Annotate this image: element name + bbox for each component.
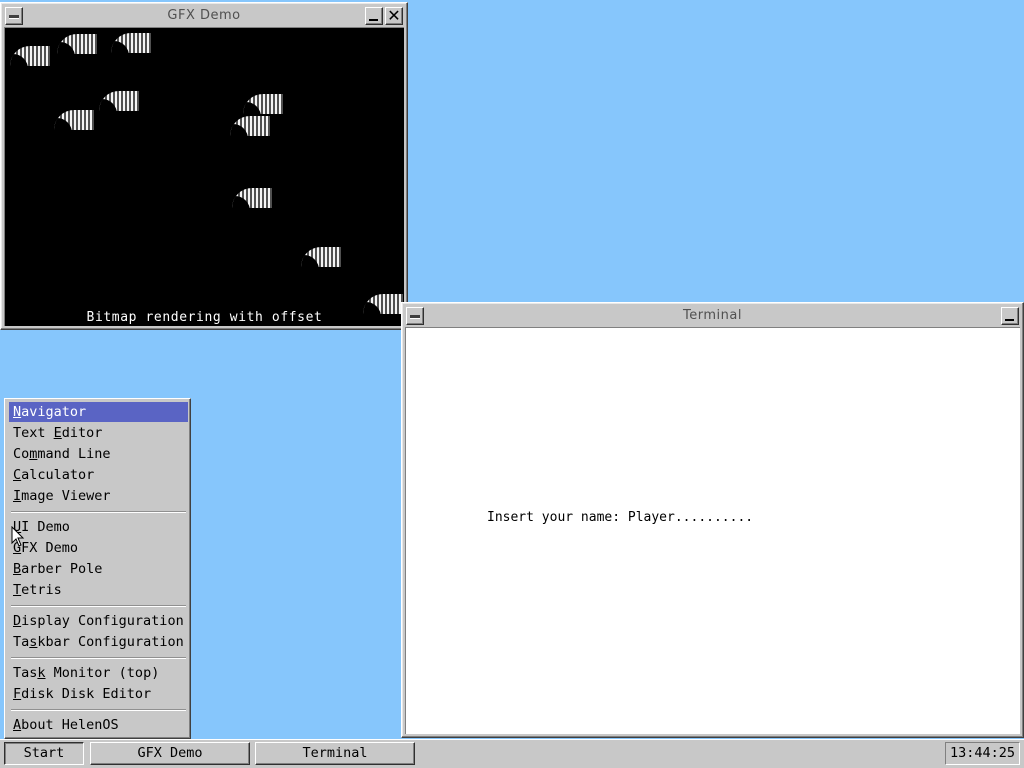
menu-item-navigator[interactable]: Navigator <box>9 402 188 422</box>
window-title: Terminal <box>683 308 742 323</box>
menu-item-task-monitor[interactable]: Task Monitor (top) <box>9 663 188 683</box>
taskbar-window-terminal[interactable]: Terminal <box>255 742 415 765</box>
bitmap-sprite <box>54 110 94 130</box>
menu-item-about-helenos[interactable]: About HelenOS <box>9 715 188 735</box>
terminal-screen[interactable]: Insert your name: Player.......... <box>405 327 1020 734</box>
bitmap-sprite <box>99 91 139 111</box>
menu-item-tetris[interactable]: Tetris <box>9 580 188 600</box>
close-icon[interactable]: ✕ <box>385 7 403 25</box>
bitmap-sprite <box>111 33 151 53</box>
bitmap-sprite <box>243 94 283 114</box>
menu-item-calculator[interactable]: Calculator <box>9 465 188 485</box>
minimize-icon[interactable] <box>1001 307 1019 325</box>
menu-item-image-viewer[interactable]: Image Viewer <box>9 486 188 506</box>
bitmap-sprite <box>230 116 270 136</box>
start-button[interactable]: Start <box>4 742 84 765</box>
gfx-canvas: Bitmap rendering with offset <box>4 27 404 326</box>
menu-item-text-editor[interactable]: Text Editor <box>9 423 188 443</box>
taskbar-window-gfx-demo[interactable]: GFX Demo <box>90 742 250 765</box>
menu-item-display-configuration[interactable]: Display Configuration <box>9 611 188 631</box>
menu-separator <box>11 657 186 659</box>
taskbar-clock: 13:44:25 <box>945 742 1020 765</box>
window-title: GFX Demo <box>167 8 241 23</box>
terminal-window[interactable]: Terminal Insert your name: Player.......… <box>401 302 1024 738</box>
bitmap-sprite <box>232 188 272 208</box>
menu-item-command-line[interactable]: Command Line <box>9 444 188 464</box>
menu-item-fdisk-disk-editor[interactable]: Fdisk Disk Editor <box>9 684 188 704</box>
bitmap-sprite <box>10 46 50 66</box>
gfx-caption: Bitmap rendering with offset <box>86 310 323 325</box>
menu-item-barber-pole[interactable]: Barber Pole <box>9 559 188 579</box>
menu-separator <box>11 511 186 513</box>
menu-item-ui-demo[interactable]: UI Demo <box>9 517 188 537</box>
start-menu: Navigator Text Editor Command Line Calculat… <box>4 398 191 739</box>
menu-item-taskbar-configuration[interactable]: Taskbar Configuration <box>9 632 188 652</box>
bitmap-sprite <box>301 247 341 267</box>
taskbar: Start GFX Demo Terminal 13:44:25 <box>0 739 1024 768</box>
terminal-titlebar[interactable]: Terminal <box>405 306 1020 326</box>
menu-separator <box>11 605 186 607</box>
terminal-output-line: Insert your name: Player.......... <box>487 510 754 525</box>
gfx-demo-titlebar[interactable]: GFX Demo ✕ <box>4 6 404 26</box>
gfx-demo-window[interactable]: GFX Demo ✕ Bitmap rendering with offset <box>0 2 408 330</box>
minimize-icon[interactable] <box>365 7 383 25</box>
menu-separator <box>11 709 186 711</box>
mouse-cursor-icon <box>11 526 25 547</box>
menu-item-gfx-demo[interactable]: GFX Demo <box>9 538 188 558</box>
bitmap-sprite <box>57 34 97 54</box>
